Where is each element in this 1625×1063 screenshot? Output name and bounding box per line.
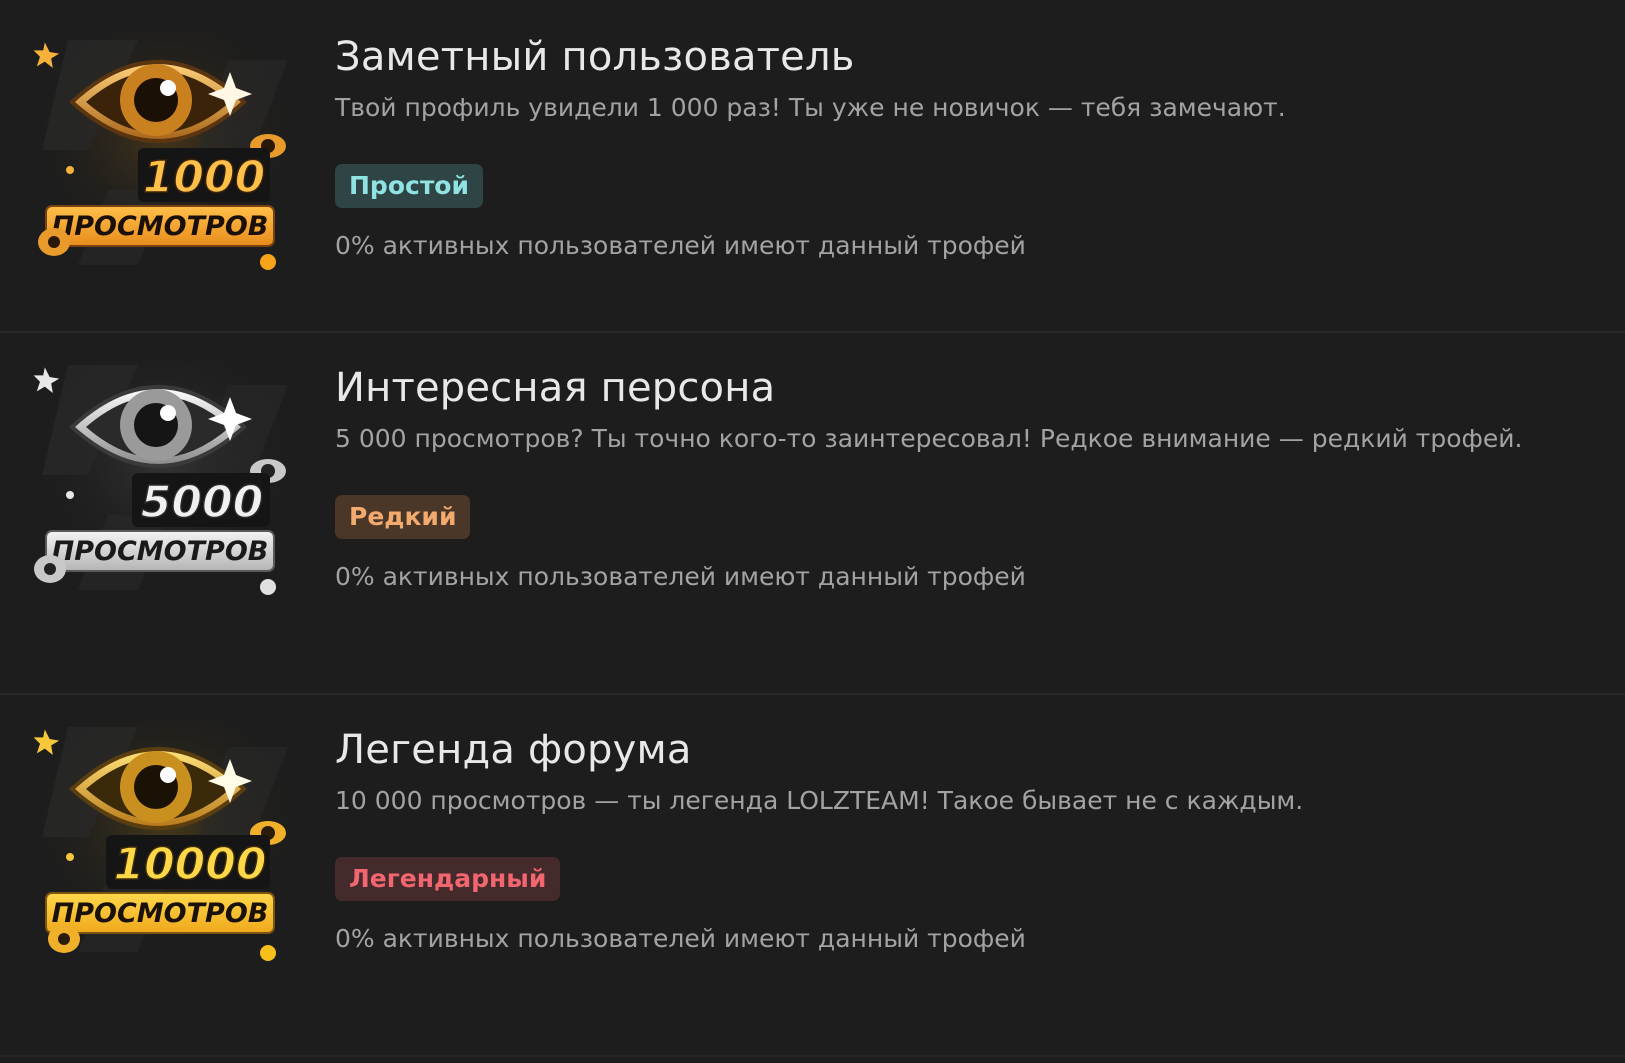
trophy-title: Легенда форума [335, 727, 692, 773]
rarity-badge: Редкий [335, 495, 471, 539]
trophy-1000-views-badge-icon: 1000 ПРОСМОТРОВ [28, 30, 304, 288]
trophy-info: Легенда форума 10 000 просмотров — ты ле… [335, 723, 1585, 957]
trophy-10000-views-badge-icon: 10000 ПРОСМОТРОВ [28, 717, 304, 975]
badge-word: ПРОСМОТРОВ [52, 536, 269, 567]
trophy-item: 1000 ПРОСМОТРОВ Заметный пользователь Тв… [0, 0, 1625, 333]
rarity-badge: Простой [335, 164, 483, 208]
trophy-item: 5000 ПРОСМОТРОВ Интересная персона 5 000… [0, 333, 1625, 695]
trophy-title: Заметный пользователь [335, 34, 855, 80]
rarity-badge: Легендарный [335, 857, 561, 901]
trophy-item: 10000 ПРОСМОТРОВ Легенда форума 10 000 п… [0, 695, 1625, 1057]
trophy-ownership-percent: 0% активных пользователей имеют данный т… [335, 924, 1026, 953]
trophy-ownership-percent: 0% активных пользователей имеют данный т… [335, 231, 1026, 260]
badge-word: ПРОСМОТРОВ [52, 211, 269, 242]
trophy-description: 10 000 просмотров — ты легенда LOLZTEAM!… [335, 786, 1304, 815]
badge-word: ПРОСМОТРОВ [52, 898, 269, 929]
trophy-5000-views-badge-icon: 5000 ПРОСМОТРОВ [28, 355, 304, 613]
badge-number: 10000 [113, 839, 266, 890]
trophy-description: 5 000 просмотров? Ты точно кого-то заинт… [335, 424, 1523, 453]
badge-number: 1000 [143, 152, 265, 203]
badge-number: 5000 [141, 477, 263, 528]
trophy-info: Заметный пользователь Твой профиль увиде… [335, 30, 1585, 264]
trophy-list: 1000 ПРОСМОТРОВ Заметный пользователь Тв… [0, 0, 1625, 1063]
trophy-info: Интересная персона 5 000 просмотров? Ты … [335, 361, 1585, 595]
trophy-ownership-percent: 0% активных пользователей имеют данный т… [335, 562, 1026, 591]
trophy-title: Интересная персона [335, 365, 776, 411]
trophy-description: Твой профиль увидели 1 000 раз! Ты уже н… [335, 93, 1286, 122]
